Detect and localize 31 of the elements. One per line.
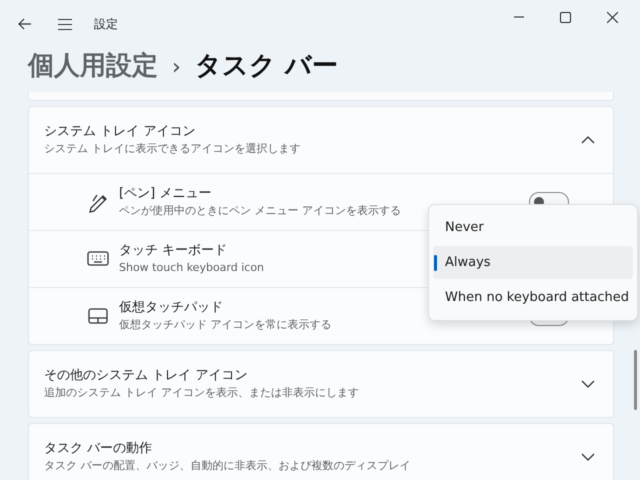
breadcrumb-separator: › [172,55,181,80]
section-header[interactable]: その他のシステム トレイ アイコン 追加のシステム トレイ アイコンを表示、または非表示にします [29,351,613,417]
window-title: 設定 [94,16,118,32]
setting-description: ペンが使用中のときにペン メニュー アイコンを表示する [119,203,401,219]
section-description: 追加のシステム トレイ アイコンを表示、または非表示にします [44,385,360,401]
menu-option[interactable]: Never [433,211,633,244]
chevron-up-icon [581,136,595,144]
page-title: タスク バー [194,50,338,83]
section-description: タスク バーの配置、バッジ、自動的に非表示、および複数のディスプレイ [44,458,412,474]
section-description: システム トレイに表示できるアイコンを選択します [44,141,302,157]
setting-label: 仮想タッチパッド [119,299,224,317]
chevron-down-icon [581,380,595,388]
setting-description: Show touch keyboard icon [119,260,264,276]
menu-icon[interactable] [58,18,72,30]
setting-label: [ペン] メニュー [119,185,212,203]
back-icon[interactable] [18,18,32,30]
scrollbar[interactable] [634,350,637,410]
section-title: タスク バーの動作 [44,440,154,458]
section-title: その他のシステム トレイ アイコン [44,367,248,385]
setting-description: 仮想タッチパッド アイコンを常に表示する [119,317,332,333]
section-header[interactable]: システム トレイ アイコン システム トレイに表示できるアイコンを選択します [29,107,613,173]
section-title: システム トレイ アイコン [44,123,196,141]
minimize-icon[interactable] [514,16,524,18]
menu-option[interactable]: When no keyboard attached [433,281,633,314]
chevron-down-icon [581,453,595,461]
section-header[interactable]: タスク バーの動作 タスク バーの配置、バッジ、自動的に非表示、および複数のディスプレイ [29,424,613,480]
menu-option[interactable]: Always [433,246,633,279]
maximize-icon[interactable] [560,12,571,22]
breadcrumb-link[interactable]: 個人用設定 [28,48,158,83]
setting-label: タッチ キーボード [119,242,228,260]
close-icon[interactable] [607,12,618,22]
